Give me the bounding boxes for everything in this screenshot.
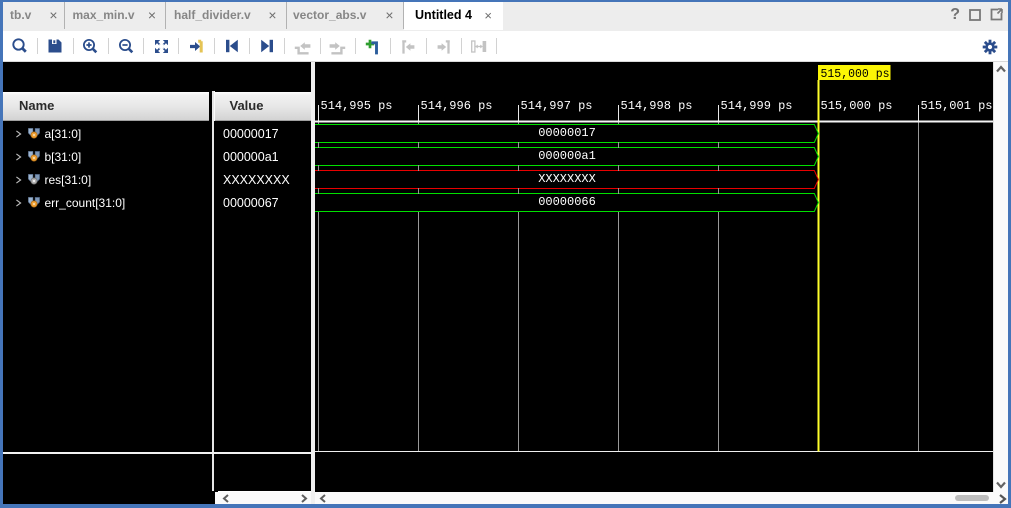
- svg-text:000000a1: 000000a1: [538, 149, 596, 163]
- svg-text:514,998 ps: 514,998 ps: [621, 99, 693, 113]
- svg-text:00000066: 00000066: [538, 195, 596, 209]
- svg-text:XXXXXXXX: XXXXXXXX: [538, 172, 596, 186]
- svg-text:515,001 ps: 515,001 ps: [921, 99, 993, 113]
- svg-text:514,997 ps: 514,997 ps: [521, 99, 593, 113]
- svg-text:00000017: 00000017: [538, 126, 596, 140]
- svg-text:515,000 ps: 515,000 ps: [821, 99, 893, 113]
- svg-text:514,996 ps: 514,996 ps: [421, 99, 493, 113]
- svg-text:514,999 ps: 514,999 ps: [721, 99, 793, 113]
- svg-text:515,000 ps: 515,000 ps: [821, 68, 890, 81]
- svg-text:514,995 ps: 514,995 ps: [321, 99, 393, 113]
